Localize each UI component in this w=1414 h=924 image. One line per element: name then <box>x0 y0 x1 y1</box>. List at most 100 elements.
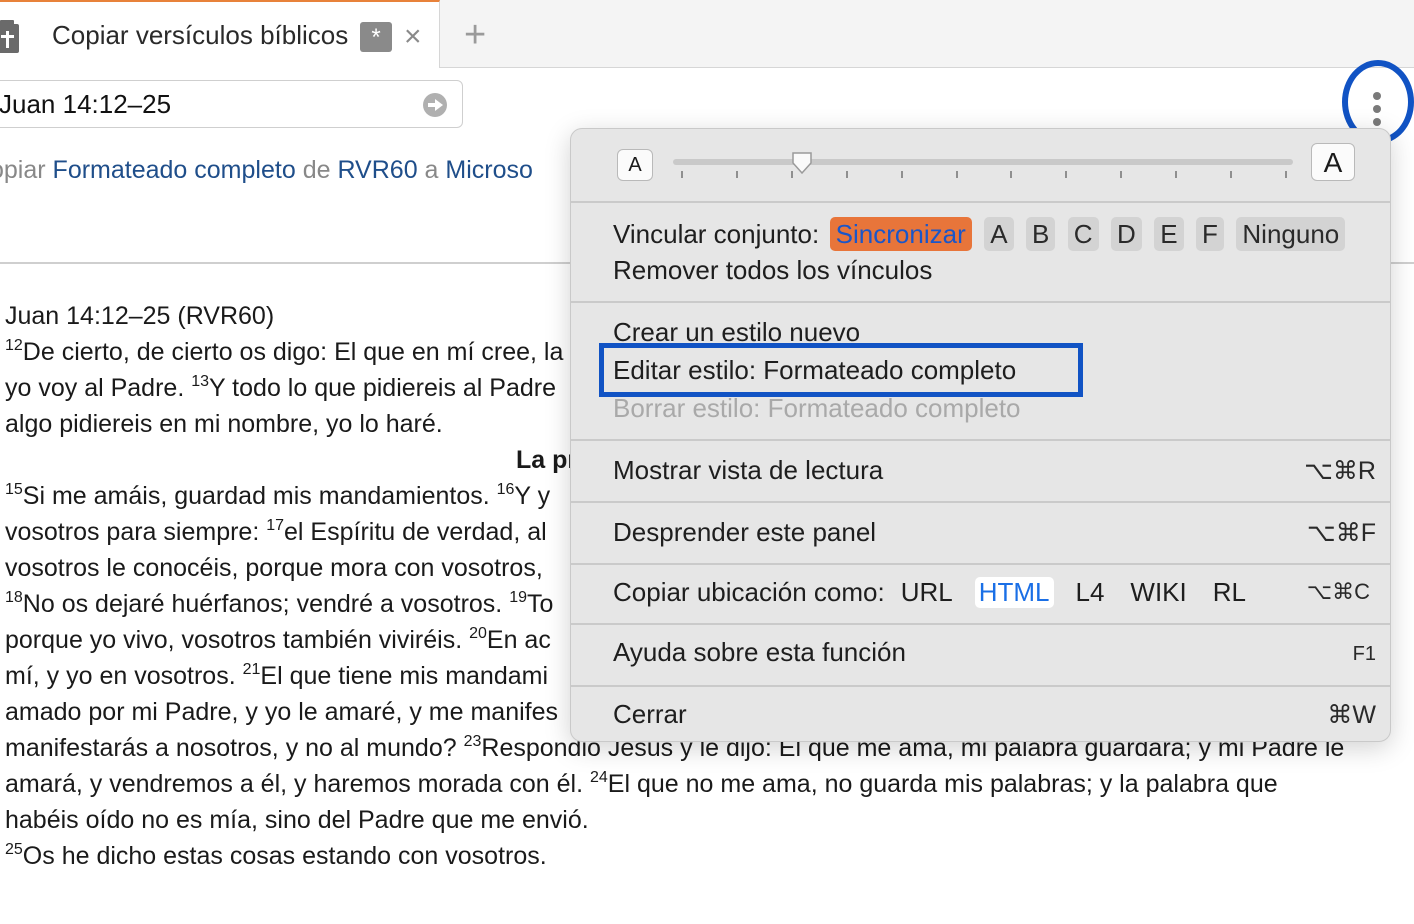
slider-tick <box>1175 171 1178 178</box>
verse-text: De cierto, de cierto os digo: El que en … <box>22 338 564 366</box>
slider-tick <box>845 171 848 178</box>
copy-location-shortcut: ⌥⌘C <box>1306 579 1370 604</box>
add-tab-button[interactable]: + <box>464 14 486 57</box>
menu-separator <box>571 563 1390 565</box>
reference-input[interactable]: Juan 14:12–25 <box>0 80 463 128</box>
tab-copy-verses[interactable]: Copiar versículos bíblicos * × <box>0 0 440 68</box>
close-item[interactable]: Cerrar <box>613 699 687 730</box>
slider-tick <box>1120 171 1123 178</box>
verse-number: 13 <box>191 373 210 390</box>
panel-menu: A A Vincular conjunto: Sincronizar A B C… <box>570 128 1391 742</box>
to-word: a <box>424 156 439 184</box>
font-larger-button[interactable]: A <box>1311 143 1355 181</box>
verse-number: 15 <box>5 481 23 498</box>
font-size-slider[interactable] <box>673 159 1293 165</box>
slider-tick <box>681 171 683 178</box>
verse-text: amado por mi Padre, y yo le amaré, y me … <box>5 698 559 726</box>
link-option-a[interactable]: A <box>984 217 1014 251</box>
reading-view-item[interactable]: Mostrar vista de lectura <box>613 455 883 486</box>
tab-bar: Copiar versículos bíblicos * × + <box>0 0 1414 68</box>
link-set-label: Vincular conjunto: <box>613 218 820 249</box>
target-link[interactable]: Microso <box>445 156 533 184</box>
slider-tick <box>1010 171 1013 178</box>
close-icon[interactable]: × <box>404 20 422 54</box>
format-html[interactable]: HTML <box>974 577 1054 608</box>
verse-text: mí, y yo en vosotros. <box>5 662 243 690</box>
from-word: de <box>302 156 331 184</box>
verse-text: vosotros le conocéis, porque mora con vo… <box>5 554 543 582</box>
delete-style-item: Borrar estilo: Formateado completo <box>613 393 1021 423</box>
font-smaller-button[interactable]: A <box>617 149 653 181</box>
menu-separator <box>571 501 1390 503</box>
verse-text: Juan 14:12–25 (RVR60) <box>5 302 275 330</box>
slider-thumb[interactable] <box>791 151 813 175</box>
link-option-c[interactable]: C <box>1067 217 1099 251</box>
slider-tick <box>1230 171 1233 178</box>
go-arrow-icon[interactable] <box>423 93 447 117</box>
passage-line: habéis oído no es mía, sino del Padre qu… <box>5 802 1395 838</box>
verse-text: El que tiene mis mandami <box>260 662 549 690</box>
tab-title: Copiar versículos bíblicos <box>52 20 349 50</box>
verse-text: algo pidiereis en mi nombre, yo lo haré. <box>5 410 443 438</box>
verse-number: 16 <box>496 481 515 498</box>
verse-number: 21 <box>242 661 261 678</box>
annotation-box <box>599 343 1083 397</box>
verse-number: 17 <box>266 517 285 534</box>
verse-number: 18 <box>5 589 23 606</box>
tab-badge[interactable]: * <box>360 22 392 52</box>
link-option-none[interactable]: Ninguno <box>1236 217 1346 251</box>
verse-text: En ac <box>486 626 551 654</box>
verse-text: vosotros para siempre: <box>5 518 267 546</box>
verse-text: el Espíritu de verdad, al <box>284 518 547 546</box>
menu-separator <box>571 301 1390 303</box>
verse-text: To <box>526 590 554 618</box>
format-rl[interactable]: RL <box>1209 577 1250 608</box>
slider-ticks <box>681 171 1287 179</box>
reference-value[interactable]: Juan 14:12–25 <box>0 89 171 120</box>
verse-text: yo voy al Padre. <box>5 374 192 402</box>
link-option-f[interactable]: F <box>1196 217 1224 251</box>
passage-line: 25Os he dicho estas cosas estando con vo… <box>5 838 1395 874</box>
slider-tick <box>1065 171 1068 178</box>
help-item[interactable]: Ayuda sobre esta función <box>613 637 906 668</box>
menu-separator <box>571 623 1390 625</box>
reading-view-shortcut: ⌥⌘R <box>1304 457 1376 485</box>
menu-separator <box>571 439 1390 441</box>
verse-text: No os dejaré huérfanos; vendré a vosotro… <box>22 590 510 618</box>
verse-text: Os he dicho estas cosas estando con voso… <box>22 842 547 870</box>
vertical-ellipsis-icon[interactable] <box>1373 92 1381 128</box>
link-option-d[interactable]: D <box>1111 217 1142 251</box>
format-url[interactable]: URL <box>897 577 957 608</box>
detach-panel-shortcut: ⌥⌘F <box>1306 519 1376 547</box>
format-l4[interactable]: L4 <box>1072 577 1109 608</box>
menu-separator <box>571 201 1390 203</box>
verse-text: habéis oído no es mía, sino del Padre qu… <box>5 806 589 834</box>
style-link[interactable]: Formateado completo <box>53 156 296 184</box>
passage-line: amará, y vendremos a él, y haremos morad… <box>5 766 1395 802</box>
verse-text: El que no me ama, no guarda mis palabras… <box>607 770 1278 798</box>
verse-text: amará, y vendremos a él, y haremos morad… <box>5 770 590 798</box>
link-option-e[interactable]: E <box>1154 217 1184 251</box>
verse-number: 19 <box>509 589 527 606</box>
verse-number: 23 <box>463 733 482 750</box>
version-link[interactable]: RVR60 <box>337 156 417 184</box>
slider-tick <box>1285 171 1287 178</box>
document-cross-icon <box>0 20 19 53</box>
verse-number: 25 <box>5 841 23 858</box>
verse-text: manifestarás a nosotros, y no al mundo? <box>5 734 464 762</box>
help-shortcut: F1 <box>1352 643 1376 665</box>
verse-number: 12 <box>5 337 23 354</box>
link-option-b[interactable]: B <box>1025 217 1056 251</box>
close-shortcut: ⌘W <box>1327 701 1376 729</box>
verse-text: Y y <box>514 482 551 510</box>
slider-tick <box>900 171 903 178</box>
copy-prefix: opiar <box>0 156 46 184</box>
remove-links-item[interactable]: Remover todos los vínculos <box>613 255 932 286</box>
menu-separator <box>571 685 1390 687</box>
detach-panel-item[interactable]: Desprender este panel <box>613 517 876 548</box>
format-wiki[interactable]: WIKI <box>1126 577 1190 608</box>
copy-location-label: Copiar ubicación como: <box>613 577 885 607</box>
slider-tick <box>735 171 738 178</box>
copy-location-row: Copiar ubicación como: URL HTML L4 WIKI RL <box>613 577 1250 608</box>
link-option-sync[interactable]: Sincronizar <box>829 217 972 251</box>
